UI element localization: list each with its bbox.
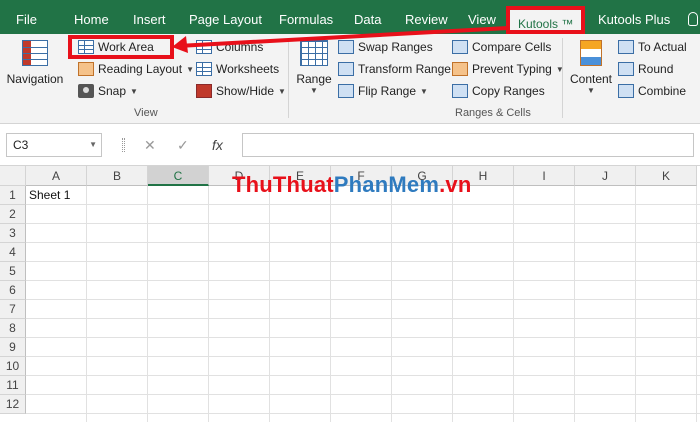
- prevent-typing-icon: [452, 62, 468, 76]
- round-button[interactable]: Round: [618, 59, 673, 79]
- row-header-5[interactable]: 5: [0, 262, 26, 281]
- combine-button[interactable]: Combine: [618, 81, 686, 101]
- formula-bar-grip-icon[interactable]: [122, 138, 125, 152]
- snap-label: Snap: [98, 84, 127, 98]
- worksheet-grid: ABCDEFGHIJK 1 2 3 4 5 6 7 8 9 10 11 12 Sheet 1 ThuT…: [0, 166, 700, 422]
- column-header-a[interactable]: A: [26, 166, 87, 186]
- column-header-b[interactable]: B: [87, 166, 148, 186]
- to-actual-icon: [618, 40, 634, 54]
- copy-ranges-label: Copy Ranges: [472, 84, 545, 98]
- tell-me-bulb-icon[interactable]: [688, 12, 698, 26]
- navigation-button[interactable]: Navigation: [6, 40, 64, 86]
- view-group-label: View: [134, 107, 158, 119]
- tab-kutools-plus[interactable]: Kutools Plus: [598, 0, 670, 34]
- row-header-12[interactable]: 12: [0, 395, 26, 414]
- navigation-label: Navigation: [6, 72, 64, 86]
- snap-caret-icon: ▼: [130, 86, 138, 96]
- row-header-1[interactable]: 1: [0, 186, 26, 205]
- formula-bar: C3 ▼ ✕ ✓ fx: [0, 124, 700, 166]
- reading-layout-label: Reading Layout: [98, 62, 183, 76]
- cell-area[interactable]: [26, 186, 700, 422]
- combine-icon: [618, 84, 634, 98]
- row-header-9[interactable]: 9: [0, 338, 26, 357]
- highlight-arrow-icon: [172, 26, 509, 53]
- content-icon: [580, 40, 602, 66]
- column-header-i[interactable]: I: [514, 166, 575, 186]
- watermark-part2: PhanMem: [333, 172, 440, 197]
- show-hide-button[interactable]: Show/Hide ▼: [196, 81, 286, 101]
- round-icon: [618, 62, 634, 76]
- watermark: ThuThuatPhanMem.vn: [232, 172, 472, 198]
- work-area-highlight: [68, 35, 174, 59]
- flip-range-icon: [338, 84, 354, 98]
- content-button[interactable]: Content ▼: [566, 40, 616, 95]
- snap-button[interactable]: Snap ▼: [78, 81, 138, 101]
- reading-layout-caret-icon: ▼: [186, 64, 194, 74]
- to-actual-label: To Actual: [638, 40, 687, 54]
- range-label: Range: [296, 72, 332, 86]
- transform-range-icon: [338, 62, 354, 76]
- name-box[interactable]: C3 ▼: [6, 133, 102, 157]
- combine-label: Combine: [638, 84, 687, 98]
- column-header-c[interactable]: C: [148, 166, 209, 186]
- transform-range-label: Transform Range: [358, 62, 451, 76]
- enter-icon[interactable]: ✓: [177, 137, 189, 154]
- worksheets-label: Worksheets: [216, 62, 280, 76]
- worksheets-icon: [196, 62, 212, 76]
- flip-range-label: Flip Range: [358, 84, 417, 98]
- flip-range-button[interactable]: Flip Range ▼: [338, 81, 428, 101]
- watermark-part1: ThuThuat: [232, 172, 334, 197]
- cancel-icon[interactable]: ✕: [144, 137, 156, 154]
- name-box-caret-icon[interactable]: ▼: [89, 140, 97, 149]
- content-caret-icon: ▼: [587, 86, 595, 95]
- watermark-part3: .vn: [439, 172, 472, 197]
- prevent-typing-button[interactable]: Prevent Typing ▼: [452, 59, 564, 79]
- select-all-corner[interactable]: [0, 166, 26, 186]
- copy-ranges-button[interactable]: Copy Ranges: [452, 81, 545, 101]
- to-actual-button[interactable]: To Actual: [618, 37, 687, 57]
- copy-ranges-icon: [452, 84, 468, 98]
- cell-a1[interactable]: Sheet 1: [29, 188, 70, 202]
- navigation-icon: [22, 40, 48, 66]
- name-box-value: C3: [13, 138, 29, 152]
- row-header-2[interactable]: 2: [0, 205, 26, 224]
- tab-file[interactable]: File: [16, 0, 37, 34]
- flip-range-caret-icon: ▼: [420, 86, 428, 96]
- row-header-3[interactable]: 3: [0, 224, 26, 243]
- formula-input[interactable]: [242, 133, 694, 157]
- insert-function-icon[interactable]: fx: [212, 137, 223, 153]
- show-hide-caret-icon: ▼: [278, 86, 286, 96]
- ranges-group-label: Ranges & Cells: [455, 107, 531, 119]
- show-hide-label: Show/Hide: [216, 84, 275, 98]
- worksheets-button[interactable]: Worksheets: [196, 59, 279, 79]
- row-header-10[interactable]: 10: [0, 357, 26, 376]
- content-label: Content: [569, 72, 613, 86]
- group-separator: [562, 38, 563, 118]
- row-header-11[interactable]: 11: [0, 376, 26, 395]
- row-header-8[interactable]: 8: [0, 319, 26, 338]
- reading-layout-icon: [78, 62, 94, 76]
- column-header-k[interactable]: K: [636, 166, 697, 186]
- round-label: Round: [638, 62, 674, 76]
- range-caret-icon: ▼: [310, 86, 318, 95]
- tab-home[interactable]: Home: [74, 0, 109, 34]
- row-header-6[interactable]: 6: [0, 281, 26, 300]
- prevent-typing-label: Prevent Typing: [472, 62, 552, 76]
- row-header-4[interactable]: 4: [0, 243, 26, 262]
- column-header-j[interactable]: J: [575, 166, 636, 186]
- camera-icon: [78, 84, 94, 98]
- row-header-7[interactable]: 7: [0, 300, 26, 319]
- reading-layout-button[interactable]: Reading Layout ▼: [78, 59, 194, 79]
- tab-insert[interactable]: Insert: [133, 0, 166, 34]
- show-hide-icon: [196, 84, 212, 98]
- transform-range-button[interactable]: Transform Range: [338, 59, 451, 79]
